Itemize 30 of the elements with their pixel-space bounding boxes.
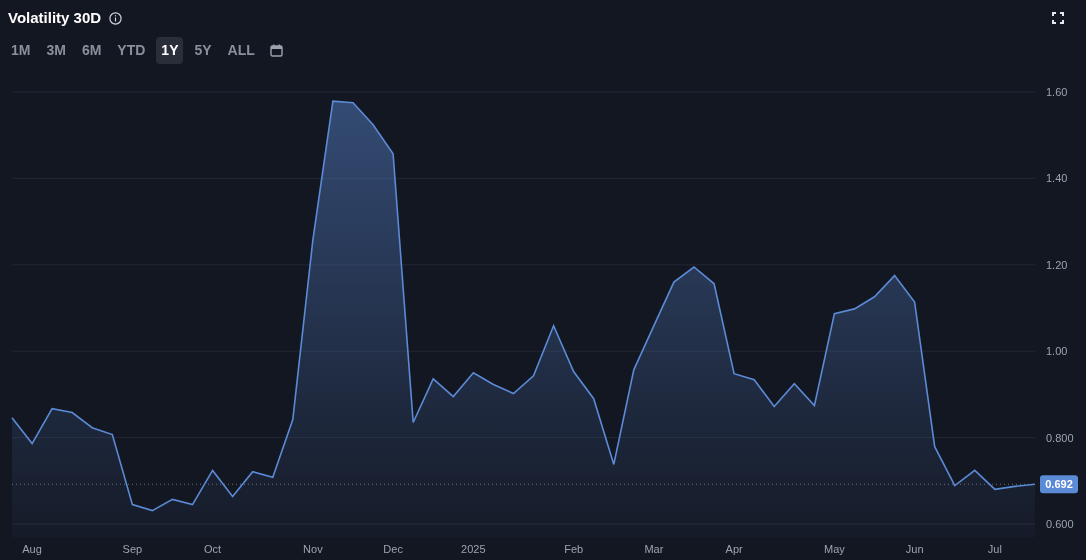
last-value-badge: 0.692 [1040, 475, 1078, 494]
range-tab[interactable]: 3M [41, 36, 71, 64]
x-axis-label: Nov [303, 543, 323, 555]
range-tab[interactable]: 5Y [189, 36, 217, 64]
x-axis-label: Feb [564, 543, 584, 555]
x-axis-label: May [824, 543, 845, 555]
x-axis-label: Dec [383, 543, 403, 555]
range-tab[interactable]: 1Y [156, 36, 184, 64]
range-tab[interactable]: ALL [222, 36, 260, 64]
chart-title: Volatility 30D [8, 7, 102, 28]
y-axis-label: 1.40 [1046, 172, 1068, 185]
calendar-icon[interactable] [269, 43, 283, 57]
info-icon[interactable] [109, 11, 123, 25]
x-axis-label: Mar [644, 543, 664, 555]
y-axis-label: 1.60 [1046, 86, 1068, 98]
x-axis-label: Jun [905, 543, 924, 555]
range-tab[interactable]: 1M [6, 36, 36, 64]
y-axis-label: 0.600 [1046, 518, 1074, 530]
x-axis-label: Jul [987, 543, 1002, 555]
y-axis-label: 1.00 [1046, 345, 1068, 358]
y-axis-label: 0.800 [1046, 431, 1074, 444]
x-axis-label: Apr [725, 543, 743, 555]
y-axis-label: 1.20 [1046, 258, 1068, 271]
x-axis-label: Aug [22, 543, 42, 555]
fullscreen-icon[interactable] [1052, 12, 1064, 24]
x-axis-label: Oct [204, 543, 222, 555]
x-axis-label: Sep [122, 543, 143, 555]
range-tab[interactable]: 6M [76, 36, 107, 64]
x-axis-label: 2025 [461, 543, 486, 555]
range-tab[interactable]: YTD [112, 36, 151, 64]
